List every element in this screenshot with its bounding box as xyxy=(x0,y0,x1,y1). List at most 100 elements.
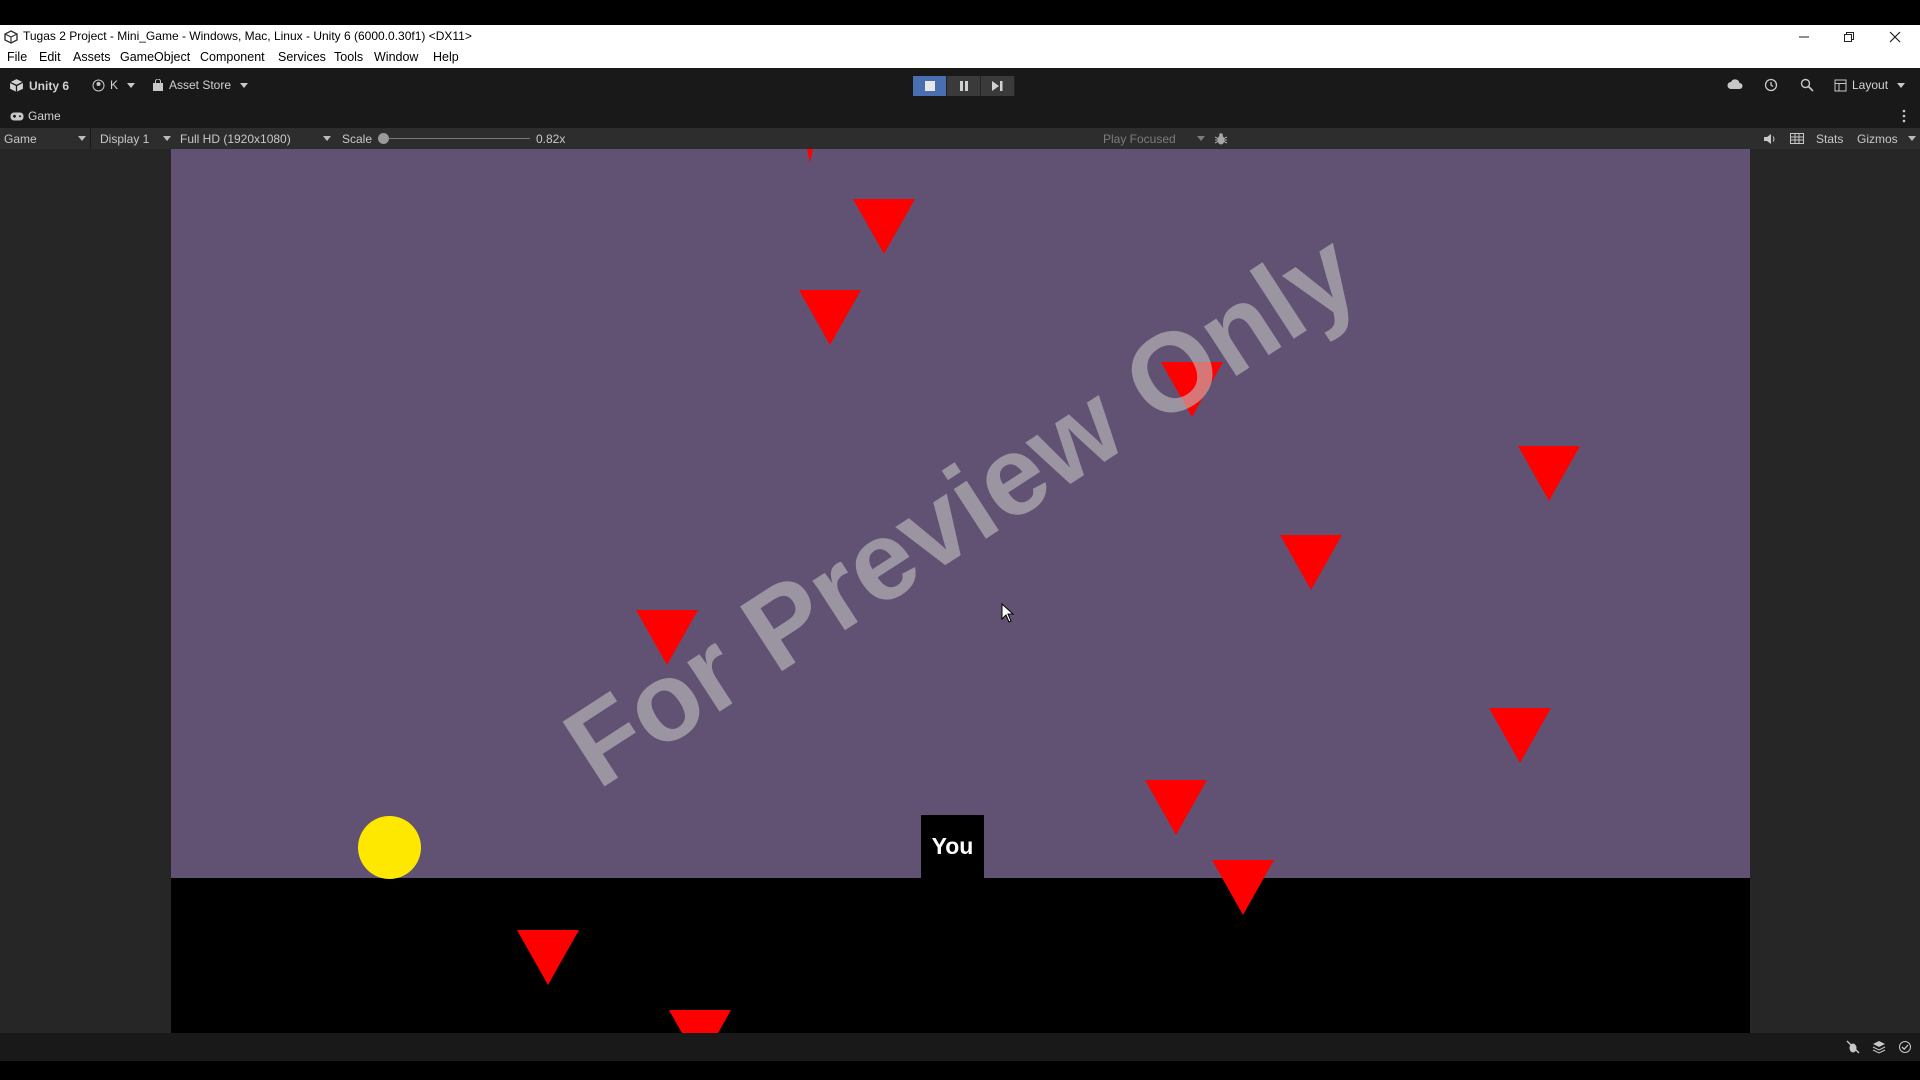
falling-obstacle xyxy=(1280,535,1342,590)
scale-slider[interactable] xyxy=(378,128,530,149)
audio-toggle[interactable] xyxy=(1763,128,1777,149)
unity-version-label: Unity 6 xyxy=(29,78,70,93)
close-icon xyxy=(1889,31,1901,43)
debug-off-icon[interactable] xyxy=(1846,1040,1860,1054)
player: You xyxy=(921,815,984,878)
mouse-cursor-icon xyxy=(1001,603,1015,623)
chevron-down-icon xyxy=(1197,136,1205,141)
game-view-toolbar: Game Display 1 Full HD (1920x1080) Scale… xyxy=(0,128,1920,150)
chevron-down-icon xyxy=(127,82,136,88)
scale-slider-track xyxy=(378,138,530,139)
menu-edit[interactable]: Edit xyxy=(39,50,61,64)
gizmos-dropdown[interactable]: Gizmos xyxy=(1857,128,1917,149)
chevron-down-icon xyxy=(323,136,331,141)
gamepad-icon xyxy=(10,112,24,120)
scale-value: 0.82x xyxy=(536,131,566,146)
menu-services[interactable]: Services xyxy=(278,50,326,64)
display-label: Display 1 xyxy=(100,131,150,146)
chevron-down-icon xyxy=(1908,136,1916,141)
game-view[interactable]: You For Preview Only xyxy=(171,149,1750,1033)
speaker-icon xyxy=(1764,133,1775,144)
account-label: K xyxy=(110,78,119,92)
chevron-down-icon xyxy=(78,136,86,141)
view-mode-dropdown[interactable]: Game xyxy=(0,128,91,149)
resolution-label: Full HD (1920x1080) xyxy=(180,131,291,146)
minimize-button[interactable] xyxy=(1781,25,1827,49)
falling-obstacle xyxy=(798,149,822,163)
menu-gameobject[interactable]: GameObject xyxy=(120,50,190,64)
stop-icon xyxy=(924,81,935,91)
scale-label: Scale xyxy=(342,131,373,146)
layers-icon[interactable] xyxy=(1872,1040,1886,1054)
status-bar xyxy=(0,1033,1920,1061)
undo-history-button[interactable] xyxy=(1764,78,1778,92)
screen-bottom-border xyxy=(0,1061,1920,1080)
display-dropdown[interactable]: Display 1 xyxy=(93,128,175,149)
play-focused-dropdown[interactable]: Play Focused xyxy=(1103,128,1207,149)
account-dropdown[interactable]: K xyxy=(92,78,136,92)
view-mode-label: Game xyxy=(4,131,37,146)
ground xyxy=(171,878,1750,1033)
layout-dropdown[interactable]: Layout xyxy=(1834,78,1906,92)
chevron-down-icon xyxy=(240,82,249,88)
menu-bar: File Edit Assets GameObject Component Se… xyxy=(0,49,1920,68)
menu-file[interactable]: File xyxy=(7,50,27,64)
pause-icon xyxy=(959,81,968,91)
preview-watermark: For Preview Only xyxy=(543,207,1379,811)
step-icon xyxy=(992,81,1003,91)
menu-window[interactable]: Window xyxy=(374,50,418,64)
play-focused-label: Play Focused xyxy=(1103,131,1176,146)
unity-logo-icon xyxy=(9,79,24,92)
falling-obstacle xyxy=(669,1010,731,1033)
menu-assets[interactable]: Assets xyxy=(73,50,111,64)
scale-slider-thumb[interactable] xyxy=(378,133,389,144)
falling-obstacle xyxy=(799,290,861,345)
search-button[interactable] xyxy=(1800,78,1814,92)
grid-icon xyxy=(1790,133,1804,144)
play-button[interactable] xyxy=(913,76,947,96)
chevron-down-icon xyxy=(1897,82,1906,88)
falling-obstacle xyxy=(517,930,579,985)
falling-obstacle xyxy=(1212,860,1274,915)
more-options-icon[interactable] xyxy=(1902,109,1906,123)
window-title: Tugas 2 Project - Mini_Game - Windows, M… xyxy=(23,29,472,43)
unity-account-button[interactable]: Unity 6 xyxy=(9,78,69,93)
window-titlebar: Tugas 2 Project - Mini_Game - Windows, M… xyxy=(0,25,1920,49)
restore-icon xyxy=(1844,32,1854,42)
coin xyxy=(358,816,421,879)
bug-toggle[interactable] xyxy=(1214,128,1228,149)
pause-button[interactable] xyxy=(947,76,981,96)
stats-button[interactable]: Stats xyxy=(1816,128,1843,149)
step-button[interactable] xyxy=(981,76,1015,96)
shopping-bag-icon xyxy=(153,78,163,91)
tab-bar: Game xyxy=(0,104,1920,128)
falling-obstacle xyxy=(1145,780,1207,835)
layout-icon xyxy=(1834,79,1847,91)
falling-obstacle xyxy=(853,199,915,254)
asset-store-dropdown[interactable]: Asset Store xyxy=(152,78,249,92)
aspect-toggle[interactable] xyxy=(1790,128,1804,149)
cloud-icon xyxy=(1727,79,1743,89)
menu-component[interactable]: Component xyxy=(200,50,265,64)
check-circle-icon[interactable] xyxy=(1898,1040,1912,1054)
search-icon xyxy=(1800,78,1814,92)
screen-top-border xyxy=(0,0,1920,25)
history-icon xyxy=(1764,78,1778,92)
menu-help[interactable]: Help xyxy=(433,50,459,64)
gizmos-label: Gizmos xyxy=(1857,131,1898,146)
menu-tools[interactable]: Tools xyxy=(334,50,363,64)
resolution-dropdown[interactable]: Full HD (1920x1080) xyxy=(175,128,335,149)
tab-game[interactable]: Game xyxy=(0,104,150,128)
chevron-down-icon xyxy=(163,136,171,141)
play-controls xyxy=(913,76,1015,96)
restore-button[interactable] xyxy=(1826,25,1872,49)
asset-store-label: Asset Store xyxy=(169,78,232,92)
unity-logo-icon xyxy=(4,30,18,44)
layout-label: Layout xyxy=(1852,78,1889,92)
user-icon xyxy=(92,79,105,91)
tab-game-label: Game xyxy=(28,109,61,123)
bug-icon xyxy=(1214,132,1228,144)
falling-obstacle xyxy=(1489,708,1551,763)
cloud-button[interactable] xyxy=(1727,78,1743,90)
close-button[interactable] xyxy=(1872,25,1918,49)
